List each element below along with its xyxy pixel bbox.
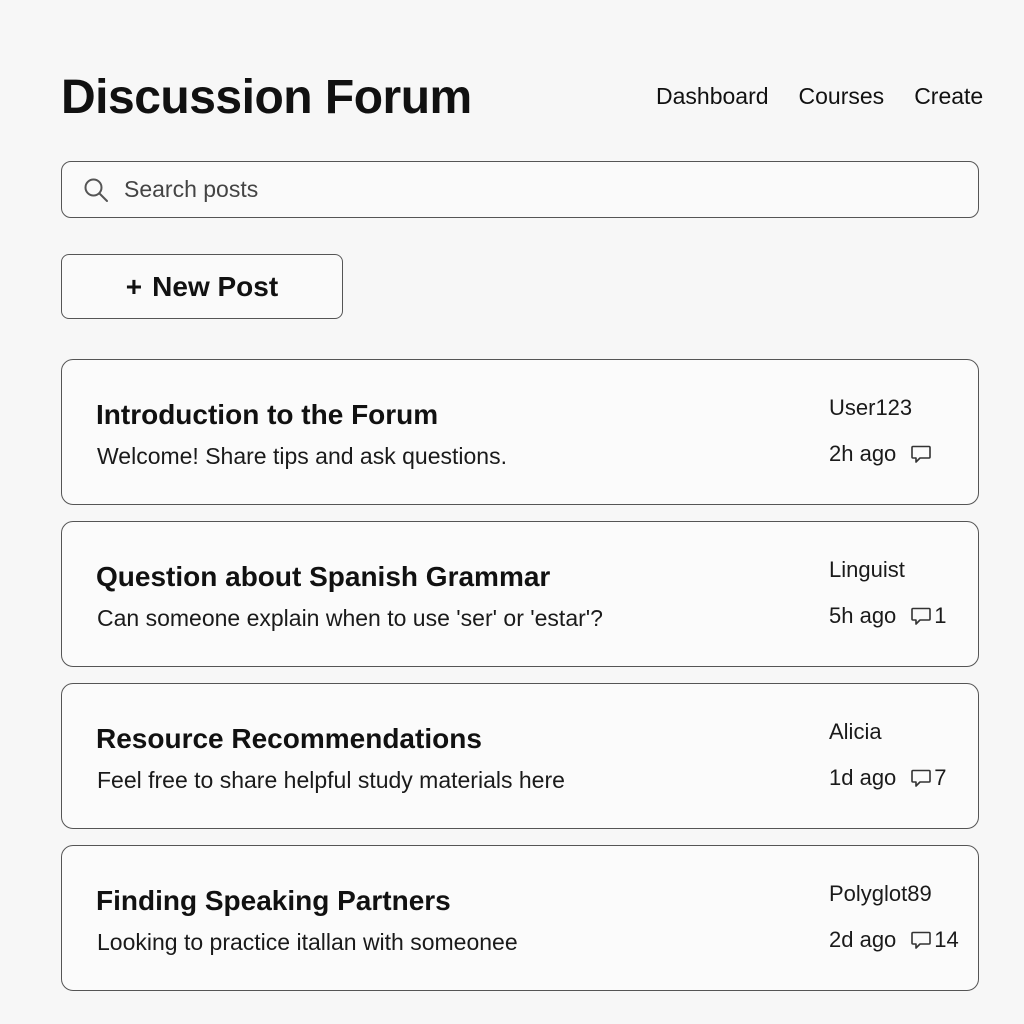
search-input[interactable] xyxy=(124,169,944,210)
comment-icon[interactable] xyxy=(910,605,932,627)
post-excerpt: Welcome! Share tips and ask questions. xyxy=(97,443,507,469)
post-time: 2h ago xyxy=(829,441,897,466)
post-meta: 2d ago 14 xyxy=(829,926,959,954)
page-title: Discussion Forum xyxy=(61,71,472,124)
search-bar[interactable] xyxy=(61,161,979,218)
post-title[interactable]: Question about Spanish Grammar xyxy=(96,560,550,594)
comment-count: 7 xyxy=(934,765,947,790)
nav-link-create[interactable]: Create xyxy=(914,82,983,110)
post-author[interactable]: Linguist xyxy=(829,556,905,584)
post-excerpt: Looking to practice itallan with someone… xyxy=(97,929,518,955)
new-post-button[interactable]: + New Post xyxy=(61,254,343,319)
post-card[interactable]: Resource Recommendations Feel free to sh… xyxy=(61,683,979,829)
plus-icon: + xyxy=(125,270,143,302)
forum-page: Discussion Forum Dashboard Courses Creat… xyxy=(0,0,1024,1024)
post-meta: 1d ago 7 xyxy=(829,764,947,792)
post-card[interactable]: Finding Speaking Partners Looking to pra… xyxy=(61,845,979,991)
nav-link-courses[interactable]: Courses xyxy=(799,82,885,110)
comment-icon[interactable] xyxy=(910,767,932,789)
comment-icon[interactable] xyxy=(910,443,932,465)
post-author[interactable]: Polyglot89 xyxy=(829,880,932,908)
post-author[interactable]: Alicia xyxy=(829,718,882,746)
post-card[interactable]: Introduction to the Forum Welcome! Share… xyxy=(61,359,979,505)
post-time: 5h ago xyxy=(829,603,897,628)
new-post-label: New Post xyxy=(152,270,279,302)
post-excerpt: Can someone explain when to use 'ser' or… xyxy=(97,605,603,631)
post-meta: 2h ago xyxy=(829,440,934,468)
nav-link-dashboard[interactable]: Dashboard xyxy=(656,82,769,110)
post-card[interactable]: Question about Spanish Grammar Can someo… xyxy=(61,521,979,667)
post-excerpt: Feel free to share helpful study materia… xyxy=(97,767,565,793)
post-meta: 5h ago 1 xyxy=(829,602,947,630)
post-title[interactable]: Resource Recommendations xyxy=(96,722,482,756)
comment-count: 1 xyxy=(934,603,947,628)
post-author[interactable]: User123 xyxy=(829,394,912,422)
comment-icon[interactable] xyxy=(910,929,932,951)
post-list: Introduction to the Forum Welcome! Share… xyxy=(61,359,979,1007)
post-title[interactable]: Finding Speaking Partners xyxy=(96,884,451,918)
post-title[interactable]: Introduction to the Forum xyxy=(96,398,438,432)
search-icon xyxy=(82,176,110,204)
top-nav: Dashboard Courses Create xyxy=(656,82,983,110)
comment-count: 14 xyxy=(934,927,959,952)
post-time: 2d ago xyxy=(829,927,897,952)
post-time: 1d ago xyxy=(829,765,897,790)
